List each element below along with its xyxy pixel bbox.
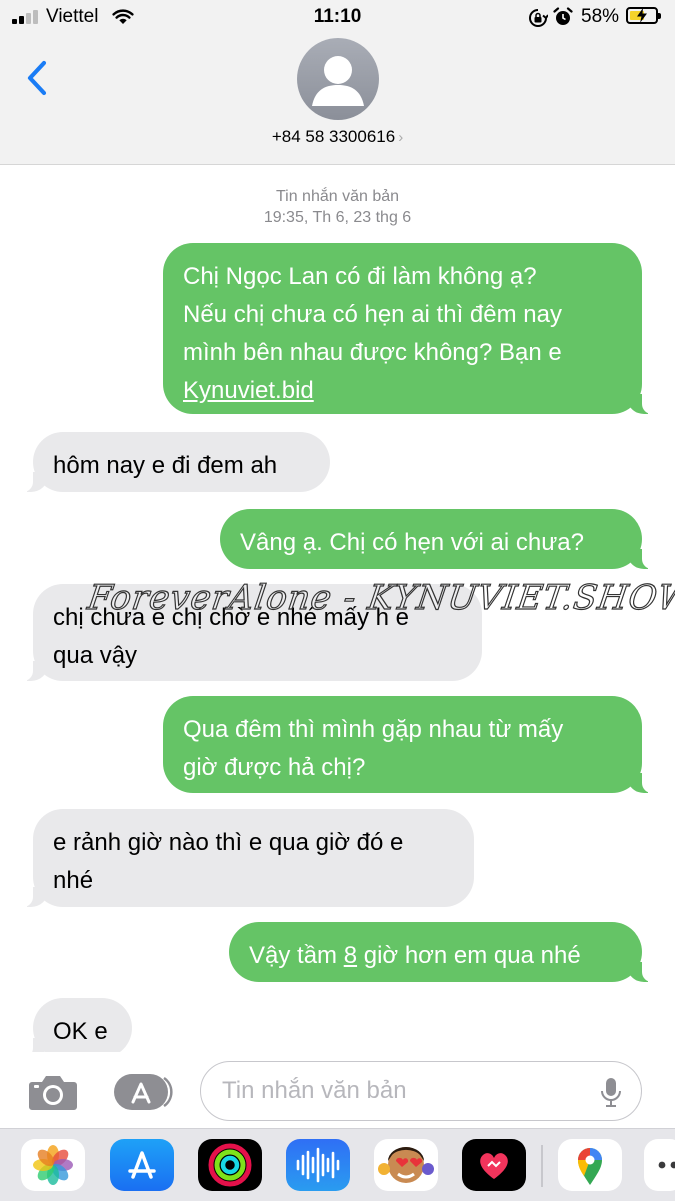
message-text: chị chưa e chị chờ e nhé mấy h e qua vậy — [53, 604, 409, 669]
digital-touch-icon[interactable] — [462, 1139, 526, 1191]
message-text: Vậy tầm — [249, 942, 344, 969]
compose-bar — [0, 1052, 675, 1128]
battery-percentage: 58% — [581, 6, 620, 27]
alarm-icon — [553, 7, 573, 25]
chevron-right-icon: › — [398, 129, 404, 146]
message-bubble-outgoing[interactable]: Chị Ngọc Lan có đi làm không ạ? Nếu chị … — [163, 243, 662, 414]
memoji-stickers-icon[interactable] — [374, 1139, 438, 1191]
imessage-app-drawer — [0, 1128, 675, 1201]
message-text: OK e — [53, 1018, 108, 1045]
microphone-icon[interactable] — [600, 1077, 622, 1107]
message-bubble-incoming[interactable]: chị chưa e chị chờ e nhé mấy h e qua vậy — [13, 584, 482, 681]
service-label: Tin nhắn văn bản — [275, 188, 400, 205]
message-bubble-incoming[interactable]: hôm nay e đi đem ah — [13, 432, 330, 492]
contact-avatar[interactable] — [297, 38, 379, 120]
message-bubble-outgoing[interactable]: Qua đêm thì mình gặp nhau từ mấy giờ đượ… — [163, 696, 662, 793]
message-text: e rảnh giờ nào thì e qua giờ đó e nhé — [53, 829, 404, 894]
message-time-link[interactable]: 8 — [344, 942, 357, 969]
camera-icon[interactable] — [28, 1072, 78, 1112]
signal-icon — [12, 10, 38, 24]
app-store-apps-icon[interactable] — [113, 1072, 173, 1112]
message-text: Qua đêm thì mình gặp nhau từ mấy giờ đượ… — [183, 716, 564, 781]
carrier-name: Viettel — [46, 6, 99, 27]
message-bubble-incoming[interactable]: OK e — [13, 998, 132, 1058]
message-bubble-outgoing[interactable]: Vâng ạ. Chị có hẹn với ai chưa? — [220, 509, 662, 569]
message-link[interactable]: Kynuviet.bid — [183, 377, 314, 404]
contact-phone-number: +84 58 3300616 — [271, 127, 396, 146]
voice-memos-icon[interactable] — [286, 1139, 350, 1191]
message-input[interactable] — [200, 1061, 642, 1121]
chevron-left-icon[interactable] — [22, 58, 54, 98]
person-icon — [312, 56, 364, 106]
message-bubble-outgoing[interactable]: Vậy tầm 8 giờ hơn em qua nhé — [229, 922, 662, 982]
message-bubble-incoming[interactable]: e rảnh giờ nào thì e qua giờ đó e nhé — [13, 809, 474, 907]
photos-icon[interactable] — [21, 1139, 85, 1191]
google-maps-icon[interactable] — [558, 1139, 622, 1191]
wifi-icon — [112, 9, 134, 24]
message-text: hôm nay e đi đem ah — [53, 452, 278, 479]
orientation-lock-icon — [529, 9, 548, 27]
app-store-icon[interactable] — [110, 1139, 174, 1191]
message-text: Chị Ngọc Lan có đi làm không ạ? Nếu chị … — [183, 263, 562, 366]
status-time: 11:10 — [313, 6, 362, 27]
activity-icon[interactable] — [198, 1139, 262, 1191]
more-apps-icon[interactable] — [644, 1139, 675, 1191]
message-text: giờ hơn em qua nhé — [357, 942, 581, 969]
status-bar: Viettel 11:10 58% — [0, 0, 675, 34]
drawer-divider — [541, 1145, 543, 1187]
battery-charging-icon — [626, 7, 661, 24]
message-timestamp: 19:35, Th 6, 23 thg 6 — [263, 209, 412, 226]
message-text: Vâng ạ. Chị có hẹn với ai chưa? — [240, 529, 585, 556]
conversation-header: +84 58 3300616 › — [0, 34, 675, 165]
contact-name-button[interactable]: +84 58 3300616 › — [0, 127, 675, 147]
